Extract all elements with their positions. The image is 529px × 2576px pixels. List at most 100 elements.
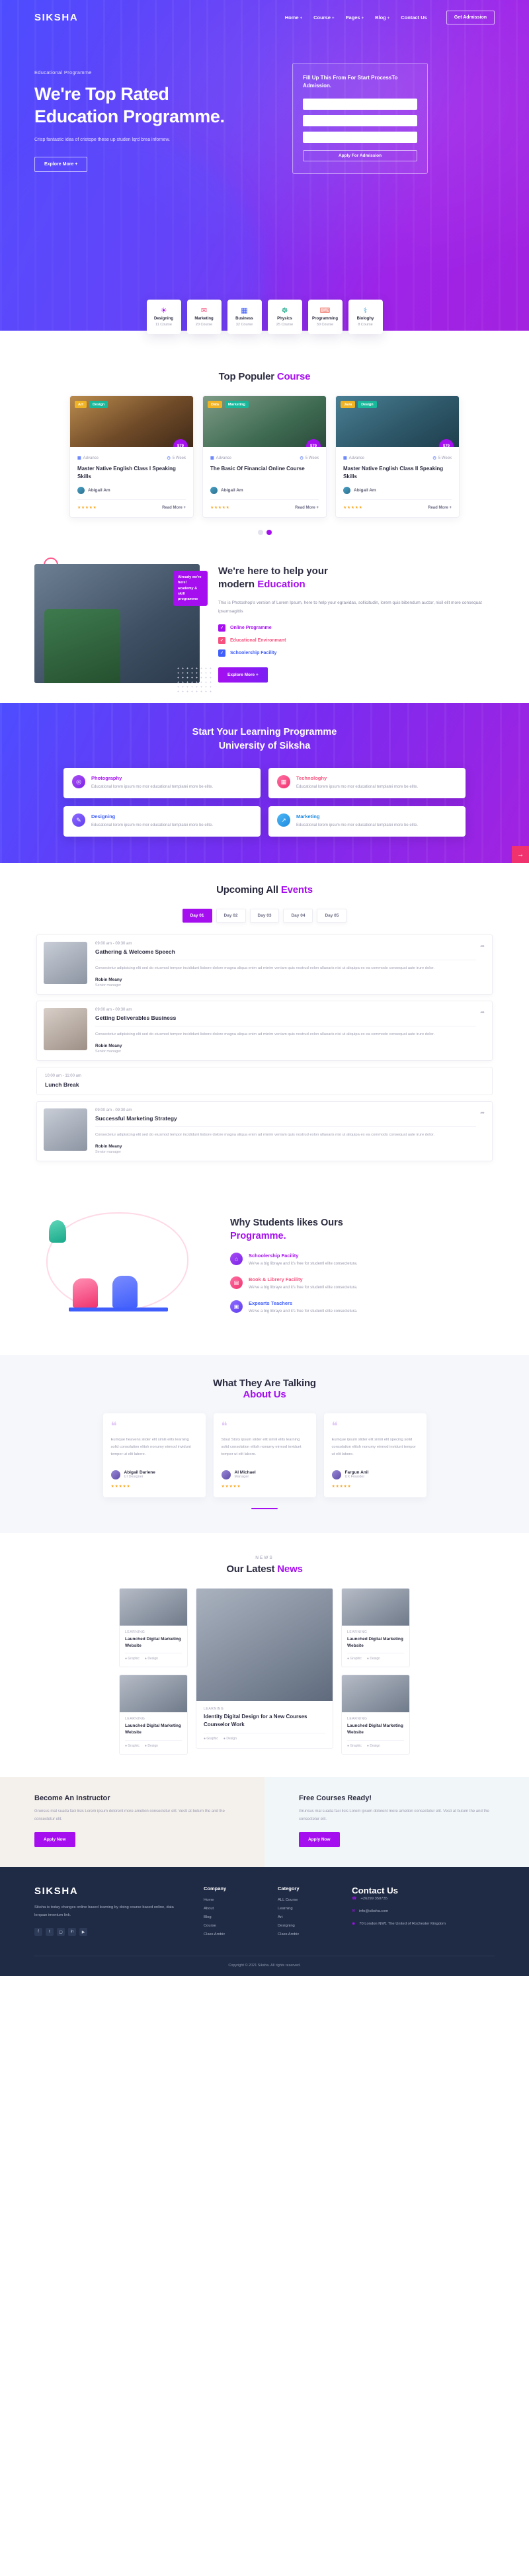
linkedin-icon[interactable]: in: [68, 1928, 76, 1936]
event-item[interactable]: 09:00 am - 09:30 am Successful Marketing…: [36, 1101, 493, 1162]
footer-link-learning[interactable]: Learning: [278, 1907, 335, 1911]
rating-stars: ★★★★★: [210, 506, 230, 510]
course-tags: Java Design: [341, 401, 377, 408]
admission-name-input[interactable]: [303, 98, 417, 110]
footer-link-blog[interactable]: Blog: [204, 1915, 261, 1919]
tab-day-01[interactable]: Day 01: [182, 909, 212, 923]
learning-card-marketing[interactable]: ↗ Marketing Educational lorem ipsum mo m…: [268, 806, 466, 837]
news-card[interactable]: Learning Launched Digital Marketing Webs…: [119, 1587, 188, 1668]
news-grid: Learning Launched Digital Marketing Webs…: [0, 1587, 529, 1755]
logo[interactable]: SIKSHA: [34, 12, 78, 23]
news-meta: ● Graphic ● Design: [125, 1653, 182, 1661]
footer-link-about[interactable]: About: [204, 1907, 261, 1911]
course-card[interactable]: Data Marketing $79 ▩ Advance ◷ 5 Week The …: [202, 395, 327, 518]
next-arrow-icon[interactable]: →: [512, 846, 529, 864]
category-card-marketing[interactable]: ✉ Marketing 20 Course: [186, 300, 222, 334]
news-card[interactable]: Learning Launched Digital Marketing Webs…: [341, 1675, 410, 1755]
footer-contact-email[interactable]: ✉ info@siksha.com: [352, 1908, 464, 1915]
nav-item-home[interactable]: Home +: [285, 15, 302, 21]
footer-link-class-arobic-2[interactable]: Class Arobic: [278, 1932, 335, 1936]
course-card[interactable]: Art Design $79 ▩ Advance ◷ 5 Week Master N…: [69, 395, 194, 518]
category-card-physics[interactable]: ☸ Physics 25 Course: [267, 300, 302, 334]
apply-now-button-instructor[interactable]: Apply Now: [34, 1832, 75, 1848]
news-title-text[interactable]: Identity Digital Design for a New Course…: [204, 1713, 325, 1729]
nav-item-course[interactable]: Course +: [313, 15, 334, 21]
course-card[interactable]: Java Design $79 ▩ Advance ◷ 5 Week Master …: [335, 395, 460, 518]
admission-email-input[interactable]: [303, 114, 417, 126]
hero-title-line1: We're Top Rated: [34, 84, 169, 104]
category-card-biologhy[interactable]: ⚕ Biologhy 8 Course: [348, 300, 383, 334]
news-title-text[interactable]: Launched Digital Marketing Website: [347, 1636, 404, 1649]
rating-stars: ★★★★★: [343, 506, 363, 510]
learning-card-designing[interactable]: ✎ Designing Educational lorem ipsum mo m…: [63, 806, 261, 837]
apply-now-button-courses[interactable]: Apply Now: [299, 1832, 340, 1848]
event-item[interactable]: 09:00 am - 09:30 am Gathering & Welcome …: [36, 935, 493, 995]
tab-day-03[interactable]: Day 03: [249, 909, 280, 923]
category-name: Physics: [277, 316, 292, 321]
learning-card-technologhy[interactable]: ▦ Technologhy Educational lorem ipsum mo…: [268, 768, 466, 799]
news-title-text[interactable]: Launched Digital Marketing Website: [125, 1636, 182, 1649]
news-card[interactable]: Learning Launched Digital Marketing Webs…: [341, 1587, 410, 1668]
chevron-down-icon: +: [387, 17, 390, 21]
tab-day-04[interactable]: Day 04: [283, 909, 313, 923]
admission-phone-input[interactable]: [303, 131, 417, 143]
footer-link-course[interactable]: Course: [204, 1924, 261, 1928]
footer-link-designing[interactable]: Designing: [278, 1924, 335, 1928]
footer-contact-text: 70 London NW1 The United of Rochester Ki…: [359, 1921, 446, 1926]
event-speaker-role: Senior manager: [95, 1050, 122, 1054]
read-more-link[interactable]: Read More +: [428, 506, 452, 510]
admission-submit-button[interactable]: Apply For Admission: [303, 149, 417, 161]
news-title-text[interactable]: Launched Digital Marketing Website: [125, 1723, 182, 1736]
course-title[interactable]: Master Native English Class II Speaking …: [343, 465, 452, 481]
read-more-link[interactable]: Read More +: [162, 506, 186, 510]
footer-contact-phone[interactable]: ☎ +26299 350735: [352, 1895, 464, 1903]
course-title[interactable]: The Basic Of Financial Online Course: [210, 465, 319, 481]
category-card-designing[interactable]: ☀ Designing 11 Course: [146, 300, 181, 334]
news-title-text[interactable]: Launched Digital Marketing Website: [347, 1723, 404, 1736]
nav-item-blog[interactable]: Blog +: [375, 15, 389, 21]
carousel-dot[interactable]: [257, 530, 263, 535]
help-explore-button[interactable]: Explore More +: [218, 667, 268, 683]
footer-category-column: Category ALL Course Learning Art Designi…: [278, 1886, 335, 1941]
carousel-progress-bar[interactable]: [251, 1507, 278, 1509]
category-card-business[interactable]: ▦ Business 32 Course: [227, 300, 262, 334]
carousel-dots[interactable]: [0, 530, 529, 535]
help-feature-educational-environment: ✓ Educational Environmant: [218, 637, 495, 645]
copyright: Copyright © 2021 Siksha. All rights rese…: [34, 1956, 495, 1976]
nav-item-pages[interactable]: Pages +: [345, 15, 364, 21]
read-more-link[interactable]: Read More +: [295, 506, 319, 510]
facebook-icon[interactable]: f: [34, 1928, 42, 1936]
event-speaker-role: Senior manager: [95, 983, 122, 988]
share-icon[interactable]: ➦: [480, 943, 485, 949]
course-image: Art Design $79: [70, 396, 193, 447]
course-author-name: Abigail Am: [88, 488, 110, 493]
courses-heading: Top Populer Course: [0, 371, 529, 382]
news-meta-item: ● Graphic: [125, 1657, 140, 1661]
youtube-icon[interactable]: ▶: [79, 1928, 87, 1936]
footer-link-class-arobic[interactable]: Class Arobic: [204, 1932, 261, 1936]
footer-link-all-course[interactable]: ALL Course: [278, 1898, 335, 1902]
help-feature-label: Online Programme: [230, 626, 272, 631]
footer-link-home[interactable]: Home: [204, 1898, 261, 1902]
hero-explore-button[interactable]: Explore More +: [34, 156, 88, 172]
carousel-dot-active[interactable]: [266, 530, 272, 535]
news-meta-item: ● Design: [144, 1657, 158, 1661]
twitter-icon[interactable]: t: [46, 1928, 54, 1936]
tab-day-05[interactable]: Day 05: [317, 909, 347, 923]
footer-link-art[interactable]: Art: [278, 1915, 335, 1919]
nav-item-contact[interactable]: Contact Us: [401, 15, 427, 21]
event-item[interactable]: 09:00 am - 09:30 am Getting Deliverables…: [36, 1001, 493, 1061]
news-card-featured[interactable]: Learning Identity Digital Design for a N…: [196, 1587, 333, 1749]
share-icon[interactable]: ➦: [480, 1110, 485, 1116]
hero-title: We're Top Rated Education Programme.: [34, 83, 272, 128]
instagram-icon[interactable]: ▢: [57, 1928, 65, 1936]
footer-logo[interactable]: SIKSHA: [34, 1886, 78, 1897]
learning-card-desc: Educational lorem ipsum mo mor education…: [91, 823, 214, 828]
get-admission-button[interactable]: Get Admission: [446, 11, 495, 24]
learning-card-photography[interactable]: ◎ Photography Educational lorem ipsum mo…: [63, 768, 261, 799]
news-card[interactable]: Learning Launched Digital Marketing Webs…: [119, 1675, 188, 1755]
share-icon[interactable]: ➦: [480, 1009, 485, 1015]
category-card-programming[interactable]: ⌨ Programming 30 Course: [307, 300, 343, 334]
course-title[interactable]: Master Native English Class I Speaking S…: [77, 465, 186, 481]
tab-day-02[interactable]: Day 02: [216, 909, 246, 923]
